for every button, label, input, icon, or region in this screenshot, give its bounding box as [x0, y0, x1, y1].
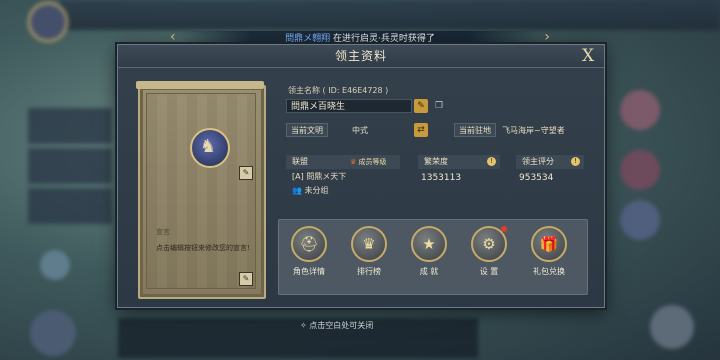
side-icon — [620, 150, 660, 190]
rating-value: 953534 — [519, 173, 554, 183]
map-marker — [40, 250, 70, 280]
close-button[interactable]: X — [578, 45, 598, 67]
star-icon: ★ — [411, 226, 447, 262]
prosperity-section: 繁荣度 ! 1353113 — [418, 155, 500, 201]
alliance-name: [A] 問鼎メ天下 — [292, 172, 347, 181]
info-icon[interactable]: ! — [571, 157, 580, 166]
side-icon — [620, 90, 660, 130]
gift-redeem-button[interactable]: 🎁 礼包兑换 — [525, 226, 573, 277]
achievements-button[interactable]: ★ 成 就 — [405, 226, 453, 277]
chevron-left-icon: ‹ — [170, 29, 176, 45]
player-avatar — [28, 2, 68, 42]
prosperity-value: 1353113 — [421, 173, 462, 183]
action-label: 礼包兑换 — [533, 267, 565, 276]
action-label: 角色详情 — [293, 267, 325, 276]
chevron-right-icon: › — [544, 29, 550, 45]
lord-name-field[interactable]: 問鼎メ百晓生 — [286, 99, 412, 113]
menu-icon — [30, 310, 76, 356]
card-inner: ♞ ✎ 宣言 点击编辑按钮来修改您的宣言! ✎ — [146, 93, 256, 289]
rating-section: 领主评分 ! 953534 — [516, 155, 584, 201]
character-details-button[interactable]: ⛑ 角色详情 — [285, 226, 333, 277]
member-rank[interactable]: ♛ 成员等级 — [350, 157, 387, 167]
helmet-icon: ⛑ — [291, 226, 327, 262]
settings-button[interactable]: ⚙ 设 置 — [465, 226, 513, 277]
action-label: 设 置 — [479, 267, 499, 276]
info-icon[interactable]: ! — [487, 157, 496, 166]
quest-panel — [28, 148, 112, 184]
garrison-label: 当前驻地 — [454, 123, 496, 137]
civ-label: 当前文明 — [286, 123, 328, 137]
lord-name-label: 领主名称 ( ID: E46E4728 ) — [288, 86, 389, 95]
top-resource-bar — [60, 0, 720, 30]
declaration-text: 点击编辑按钮来修改您的宣言! — [156, 244, 250, 252]
alliance-group-label: 未分组 — [304, 186, 329, 195]
rank-icon: ♛ — [350, 158, 357, 166]
declaration-label: 宣言 — [156, 228, 170, 236]
alliance-header-label: 联盟 — [292, 157, 308, 166]
trophy-icon: ♛ — [351, 226, 387, 262]
member-rank-label: 成员等级 — [358, 158, 387, 166]
action-tray: ⛑ 角色详情 ♛ 排行榜 ★ 成 就 ⚙ 设 置 🎁 礼包兑换 — [278, 219, 588, 295]
gear-icon: ⚙ — [471, 226, 507, 262]
chat-bar — [118, 318, 478, 358]
rename-button[interactable]: ✎ — [414, 99, 428, 113]
profile-card: ♞ ✎ 宣言 点击编辑按钮来修改您的宣言! ✎ — [136, 81, 266, 299]
garrison-value: 飞马海岸~守望者 — [502, 126, 565, 135]
group-icon: 👥 — [292, 186, 302, 195]
broadcast-player-name: 問鼎メ翱翔 — [285, 34, 331, 44]
alliance-group: 👥 未分组 — [292, 185, 329, 196]
leaderboard-button[interactable]: ♛ 排行榜 — [345, 226, 393, 277]
panel-title: 领主资料 — [118, 45, 604, 68]
helmet-icon: ♞ — [200, 136, 217, 157]
gift-icon: 🎁 — [531, 226, 567, 262]
quest-panel — [28, 188, 112, 224]
edit-avatar-icon[interactable]: ✎ — [239, 166, 253, 180]
alliance-section: 联盟 ♛ 成员等级 [A] 問鼎メ天下 👥 未分组 — [286, 155, 400, 201]
action-label: 排行榜 — [357, 267, 381, 276]
quest-panel — [28, 108, 112, 144]
close-hint-text: 点击空白处可关闭 — [309, 321, 374, 330]
side-icon — [620, 200, 660, 240]
broadcast-message: 在进行启灵·兵灵时获得了 — [333, 34, 435, 44]
lord-avatar[interactable]: ♞ — [190, 128, 230, 168]
side-icon — [650, 305, 694, 349]
tap-icon: ✧ — [300, 321, 307, 330]
switch-civ-button[interactable]: ⇄ — [414, 123, 428, 137]
card-ornament — [136, 81, 264, 89]
edit-declaration-icon[interactable]: ✎ — [239, 272, 253, 286]
notification-dot — [501, 226, 507, 232]
civ-value: 中式 — [352, 126, 368, 135]
copy-icon[interactable]: ❐ — [432, 99, 446, 113]
action-label: 成 就 — [419, 267, 439, 276]
lord-profile-panel: 领主资料 X ♞ ✎ 宣言 点击编辑按钮来修改您的宣言! ✎ 领主名称 ( ID… — [117, 44, 605, 308]
close-hint: ✧ 点击空白处可关闭 — [300, 320, 373, 331]
